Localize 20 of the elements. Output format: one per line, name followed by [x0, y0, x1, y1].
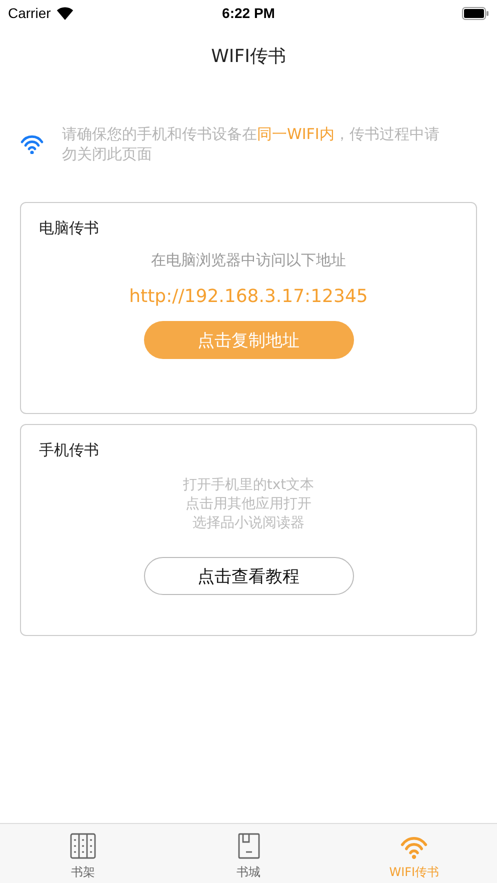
instruction-text: 在电脑浏览器中访问以下地址 [151, 250, 346, 270]
instruction-text: 打开手机里的txt文本 [182, 476, 314, 495]
notice-text: 请确保您的手机和传书设备在同一WIFI内，传书过程中请勿关闭此页面 [62, 124, 440, 164]
card-title: 电脑传书 [39, 219, 99, 238]
instruction-text: 选择品小说阅读器 [192, 514, 304, 533]
book-icon [238, 833, 260, 859]
tutorial-button[interactable]: 点击查看教程 [144, 557, 354, 595]
carrier-label: Carrier [8, 5, 51, 21]
tab-item[interactable]: 书架 [0, 824, 166, 883]
address-text: http://192.168.3.17:12345 [129, 286, 368, 307]
card-title: 手机传书 [39, 441, 99, 460]
instruction-text: 点击用其他应用打开 [185, 495, 312, 514]
wifi-signal-icon [56, 6, 74, 20]
status-time: 6:22 PM [222, 5, 275, 21]
wifi-icon [20, 134, 44, 154]
page-title: WIFI传书 [211, 45, 286, 68]
bookshelf-icon [70, 833, 96, 859]
wifi-icon [400, 835, 428, 859]
tab-item[interactable]: 书城 [166, 824, 332, 883]
battery-icon [462, 6, 489, 20]
